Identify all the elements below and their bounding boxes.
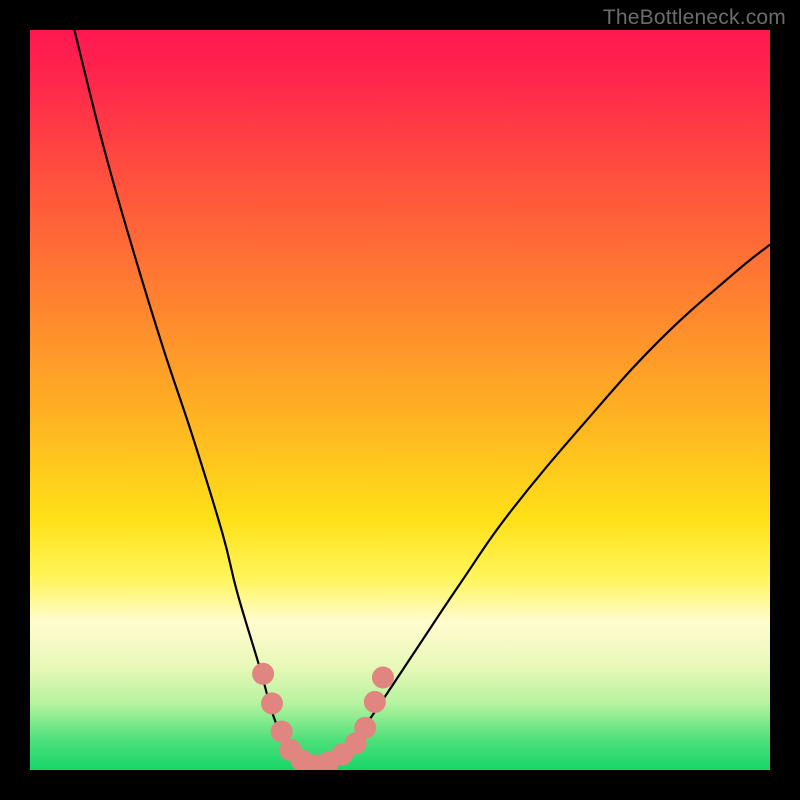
highlight-dot	[261, 692, 283, 714]
highlight-dot	[354, 717, 376, 739]
bottleneck-curve	[74, 30, 770, 766]
highlight-dot	[252, 663, 274, 685]
chart-svg	[30, 30, 770, 770]
chart-frame: TheBottleneck.com	[0, 0, 800, 800]
plot-area	[30, 30, 770, 770]
highlight-dot	[372, 667, 394, 689]
watermark-label: TheBottleneck.com	[603, 6, 786, 30]
highlight-dot	[364, 691, 386, 713]
